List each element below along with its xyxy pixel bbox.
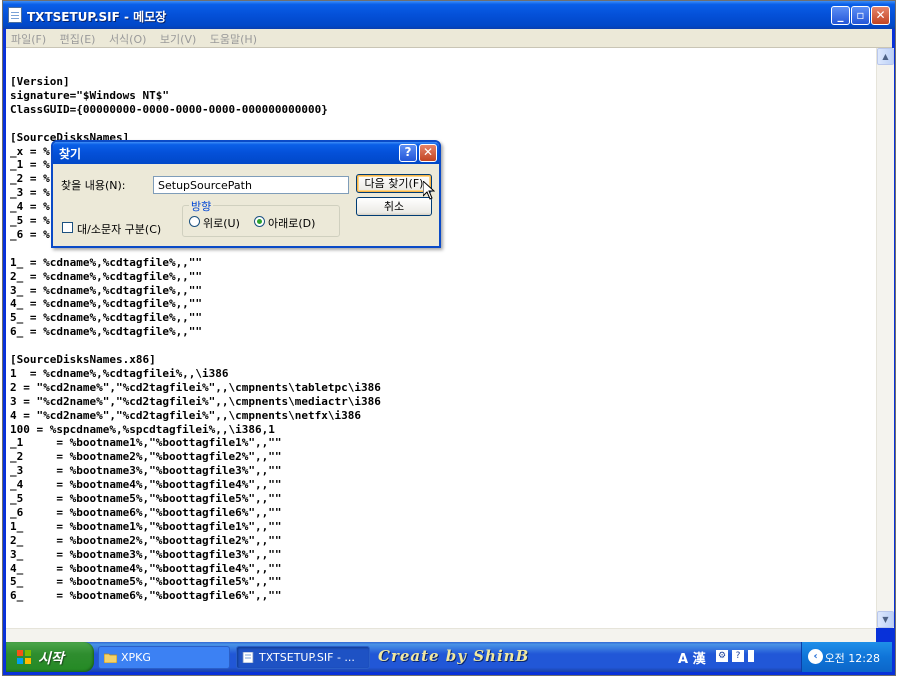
task-label: TXTSETUP.SIF - ... [259, 651, 355, 664]
text-line: _5 = % [10, 214, 50, 227]
windows-logo-icon [17, 650, 31, 664]
start-button[interactable]: 시작 [6, 642, 94, 672]
close-button[interactable]: ✕ [871, 6, 890, 25]
text-line: _2 = %bootname2%,"%boottagfile2%",,"" [10, 450, 282, 464]
direction-label: 방향 [189, 198, 214, 214]
match-case-label: 대/소문자 구분(C) [77, 223, 162, 236]
text-line: _6 = % [10, 227, 50, 241]
text-line: 4_ = %cdname%,%cdtagfile%,,"" [10, 297, 203, 311]
cancel-button[interactable]: 취소 [356, 197, 432, 216]
direction-down-radio[interactable] [254, 216, 265, 227]
direction-group: 방향 위로(U) 아래로(D) [182, 198, 340, 237]
text-line: 2_ = %cdname%,%cdtagfile%,,"" [10, 269, 203, 283]
folder-icon [104, 653, 117, 663]
text-line: 100 = %spcdname%,%spcdtagfilei%,,\i386,1 [10, 422, 275, 436]
text-line: 5_ = %cdname%,%cdtagfile%,,"" [10, 311, 203, 325]
find-what-input[interactable] [153, 176, 349, 194]
text-line: _5 = %bootname5%,"%boottagfile5%",,"" [10, 492, 282, 505]
menu-format[interactable]: 서식(O) [104, 29, 151, 47]
notepad-window: TXTSETUP.SIF - 메모장 _ ▫ ✕ 파일(F) 편집(E) 서식(… [2, 0, 896, 676]
menu-file[interactable]: 파일(F) [6, 29, 51, 47]
text-line: 6_ = %bootname6%,"%boottagfile6%",,"" [10, 589, 282, 603]
text-line: ClassGUID={00000000-0000-0000-0000-00000… [10, 102, 328, 116]
ime-help-icon[interactable]: ? [732, 650, 744, 662]
direction-up-label: 위로(U) [203, 217, 240, 230]
text-line: 4 = "%cd2name%","%cd2tagfilei%",,\cmpnen… [10, 408, 361, 422]
text-line: 1 = %cdname%,%cdtagfilei%,,\i386 [10, 366, 229, 380]
text-line: 2_ = %bootname2%,"%boottagfile2%",,"" [10, 533, 282, 547]
find-what-label: 찾을 내용(N): [61, 179, 126, 192]
text-line: _3 = % [10, 186, 50, 200]
text-line: _1 = % [10, 158, 50, 172]
text-line: _4 = % [10, 200, 50, 214]
menu-edit[interactable]: 편집(E) [55, 29, 101, 47]
find-dialog-close-button[interactable]: ✕ [419, 144, 437, 162]
text-line: 3_ = %bootname3%,"%boottagfile3%",,"" [10, 547, 282, 561]
direction-up-radio[interactable] [189, 216, 200, 227]
window-titlebar[interactable]: TXTSETUP.SIF - 메모장 _ ▫ ✕ [3, 1, 895, 29]
window-title: TXTSETUP.SIF - 메모장 [27, 10, 167, 24]
ime-tools-icon[interactable]: ⚙ [716, 650, 728, 662]
notepad-icon [8, 7, 22, 23]
mouse-cursor-icon [423, 181, 435, 200]
text-line: _6 = %bootname6%,"%boottagfile6%",,"" [10, 505, 282, 519]
find-dialog-title: 찾기 [59, 147, 82, 161]
text-line: _1 = %bootname1%,"%boottagfile1%",,"" [10, 436, 282, 450]
text-line: 6_ = %cdname%,%cdtagfile%,,"" [10, 325, 203, 339]
task-button-xpkg[interactable]: XPKG [98, 646, 230, 669]
minimize-button[interactable]: _ [831, 6, 850, 25]
text-line: 2 = "%cd2name%","%cd2tagfilei%",,\cmpnen… [10, 380, 381, 394]
text-line: 1_ = %bootname1%,"%boottagfile1%",,"" [10, 519, 282, 533]
maximize-button[interactable]: ▫ [851, 6, 870, 25]
text-line: [SourceDisksNames.x86] [10, 353, 156, 366]
notepad-icon [242, 652, 254, 663]
ime-menu-icon[interactable] [748, 650, 754, 662]
menu-bar: 파일(F) 편집(E) 서식(O) 보기(V) 도움말(H) [6, 29, 892, 48]
text-line: 1_ = %cdname%,%cdtagfile%,,"" [10, 255, 203, 269]
text-editor[interactable]: [Version] signature="$Windows NT$" ClassGU… [6, 48, 876, 642]
menu-view[interactable]: 보기(V) [155, 29, 201, 47]
text-line: _2 = % [10, 172, 50, 186]
find-next-button[interactable]: 다음 찾기(F) [356, 174, 432, 193]
brand-watermark: Create by ShinB [378, 647, 530, 665]
system-tray: ‹ 오전 12:28 [801, 642, 892, 672]
taskbar: 시작 XPKG TXTSETUP.SIF - ... Create by Shi… [6, 642, 892, 672]
text-line: _x = % [10, 144, 50, 158]
text-line: 4_ = %bootname4%,"%boottagfile4%",,"" [10, 561, 282, 575]
text-line: 3_ = %cdname%,%cdtagfile%,,"" [10, 283, 203, 297]
match-case-checkbox[interactable] [62, 222, 73, 233]
ime-language-indicator[interactable]: A 漢 [678, 648, 706, 667]
find-dialog-titlebar[interactable]: 찾기 ? ✕ [53, 142, 439, 164]
task-button-notepad[interactable]: TXTSETUP.SIF - ... [236, 646, 370, 669]
text-line: signature="$Windows NT$" [10, 88, 169, 102]
scroll-down-button[interactable]: ▼ [877, 611, 894, 628]
find-dialog: 찾기 ? ✕ 찾을 내용(N): 다음 찾기(F) 취소 방향 위로(U) 아래… [51, 140, 441, 248]
text-line: _3 = %bootname3%,"%boottagfile3%",,"" [10, 464, 282, 478]
direction-down-label: 아래로(D) [268, 217, 316, 230]
menu-help[interactable]: 도움말(H) [205, 29, 262, 47]
tray-expand-icon[interactable]: ‹ [808, 649, 823, 664]
vertical-scrollbar[interactable]: ▲ ▼ [876, 48, 894, 628]
help-button[interactable]: ? [399, 144, 417, 162]
text-line: 3 = "%cd2name%","%cd2tagfilei%",,\cmpnen… [10, 394, 381, 408]
clock[interactable]: 오전 12:28 [825, 650, 880, 666]
scroll-up-button[interactable]: ▲ [877, 48, 894, 65]
text-line: _4 = %bootname4%,"%boottagfile4%",,"" [10, 478, 282, 492]
task-label: XPKG [121, 651, 151, 664]
start-label: 시작 [38, 651, 64, 667]
text-line: [Version] [10, 75, 70, 88]
text-line: 5_ = %bootname5%,"%boottagfile5%",,"" [10, 575, 282, 589]
